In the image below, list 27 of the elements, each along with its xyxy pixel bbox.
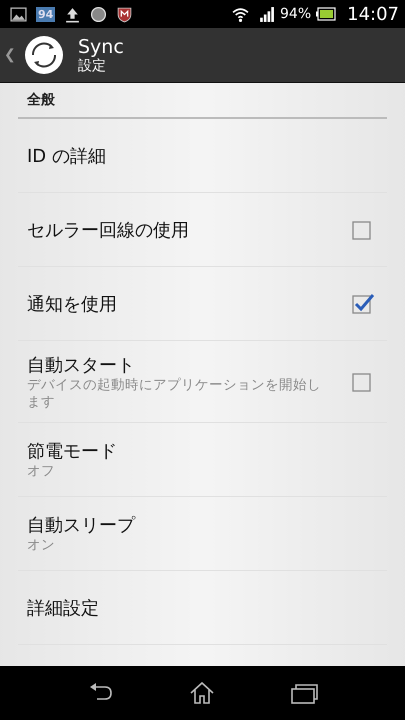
setting-title[interactable]: 自動スリープ <box>27 513 387 537</box>
shield-icon <box>116 6 134 22</box>
setting-title[interactable]: セルラー回線の使用 <box>27 218 351 242</box>
section-header: 全般 <box>27 91 55 109</box>
up-caret[interactable]: ❮ <box>4 47 18 63</box>
recent-apps-icon[interactable] <box>290 681 318 705</box>
screen-subtitle: 設定 <box>78 58 107 74</box>
sync-app-icon[interactable] <box>24 35 64 75</box>
setting-title[interactable]: 節電モード <box>27 439 387 463</box>
battery-icon <box>316 7 336 21</box>
setting-title[interactable]: 詳細設定 <box>27 596 387 620</box>
upload-icon <box>64 6 82 22</box>
setting-summary: オン <box>27 537 56 554</box>
picture-icon <box>10 6 27 22</box>
home-icon[interactable] <box>188 681 216 705</box>
setting-summary: オフ <box>27 463 56 480</box>
app-title: Sync <box>78 36 124 58</box>
clock: 14:07 <box>347 4 399 24</box>
setting-summary: デバイスの起動時にアプリケーションを開始します <box>27 376 322 410</box>
setting-title[interactable]: ID の詳細 <box>27 144 387 168</box>
wifi-icon <box>232 6 249 22</box>
signal-icon <box>258 6 275 22</box>
battery-percent: 94% <box>280 6 312 22</box>
notification-badge: 94 <box>36 6 56 22</box>
setting-title[interactable]: 自動スタート <box>27 352 351 376</box>
checkbox[interactable] <box>351 292 375 316</box>
setting-title[interactable]: 通知を使用 <box>27 292 351 316</box>
